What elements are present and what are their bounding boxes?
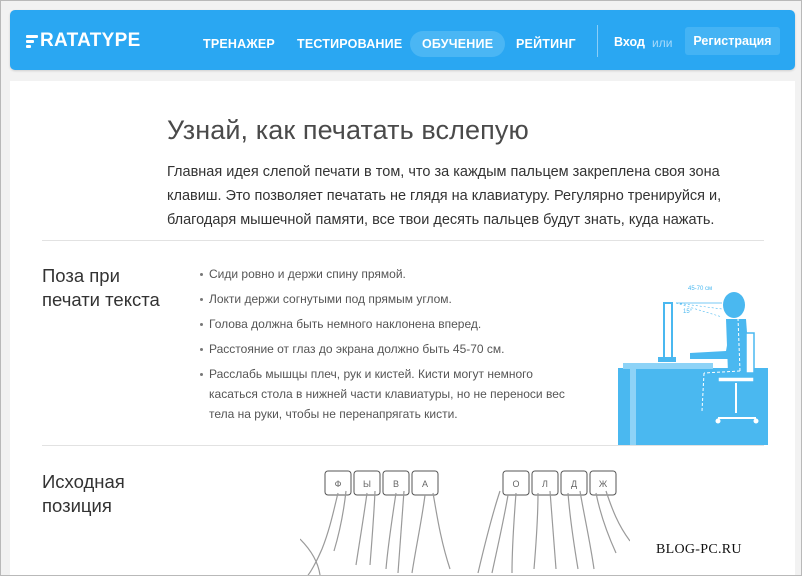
list-item: Локти держи согнутыми под прямым углом. (200, 289, 580, 309)
key-label: Ж (599, 479, 608, 489)
nav-item-trainer[interactable]: ТРЕНАЖЕР (203, 31, 275, 57)
left-hand-keys: Ф Ы В А (324, 470, 439, 496)
right-hand-keys: О Л Д Ж (502, 470, 617, 496)
left-hand-outline (300, 490, 451, 575)
key-label: А (422, 479, 428, 489)
nav-item-rating[interactable]: РЕЙТИНГ (516, 31, 576, 57)
key-label: Ы (363, 479, 371, 489)
browser-frame: RATATYPE ТРЕНАЖЕР ТЕСТИРОВАНИЕ ОБУЧЕНИЕ … (0, 0, 802, 576)
nav-item-testing[interactable]: ТЕСТИРОВАНИЕ (297, 31, 402, 57)
list-item: Сиди ровно и держи спину прямой. (200, 264, 580, 284)
key-label: Д (571, 479, 577, 489)
home-title-line1: Исходная (42, 471, 125, 492)
divider-top (42, 240, 764, 241)
divider-bottom (42, 445, 764, 446)
list-item: Голова должна быть немного наклонена впе… (200, 314, 580, 334)
posture-section-title: Поза при печати текста (42, 264, 160, 312)
watermark-text: BLOG-PC.RU (656, 542, 742, 557)
posture-tips-list: Сиди ровно и держи спину прямой. Локти д… (200, 264, 580, 429)
right-hand-outline (477, 490, 630, 574)
intro-paragraph: Главная идея слепой печати в том, что за… (167, 164, 722, 228)
top-navigation-bar: RATATYPE ТРЕНАЖЕР ТЕСТИРОВАНИЕ ОБУЧЕНИЕ … (10, 10, 795, 70)
key-label: В (393, 479, 399, 489)
angle-label: 15° (683, 309, 693, 315)
nav-item-learning[interactable]: ОБУЧЕНИЕ (410, 31, 506, 57)
key-label: Л (542, 479, 548, 489)
posture-title-line2: печати текста (42, 289, 160, 310)
posture-title-line1: Поза при (42, 265, 120, 286)
logo-lines-icon (26, 34, 38, 48)
nav-divider (597, 25, 598, 57)
login-link[interactable]: Вход (614, 35, 645, 49)
distance-label: 45-70 см (688, 286, 712, 292)
home-title-line2: позиция (42, 495, 112, 516)
list-item: Расслабь мышцы плеч, рук и кистей. Кисти… (200, 364, 580, 424)
ratatype-logo[interactable]: RATATYPE (26, 30, 141, 51)
home-row-keys-illustration: Ф Ы В А О Л Д Ж (300, 470, 630, 575)
list-item: Расстояние от глаз до экрана должно быть… (200, 339, 580, 359)
home-position-section-title: Исходная позиция (42, 470, 125, 518)
logo-text: RATATYPE (40, 30, 141, 51)
content-card: Узнай, как печатать вслепую Главная идея… (10, 81, 795, 575)
page-title: Узнай, как печатать вслепую (167, 115, 529, 145)
typing-posture-illustration: 45-70 см 15° (618, 286, 768, 445)
key-label: О (512, 479, 519, 489)
register-button[interactable]: Регистрация (685, 27, 780, 55)
or-separator: или (652, 36, 673, 50)
key-label: Ф (335, 479, 342, 489)
